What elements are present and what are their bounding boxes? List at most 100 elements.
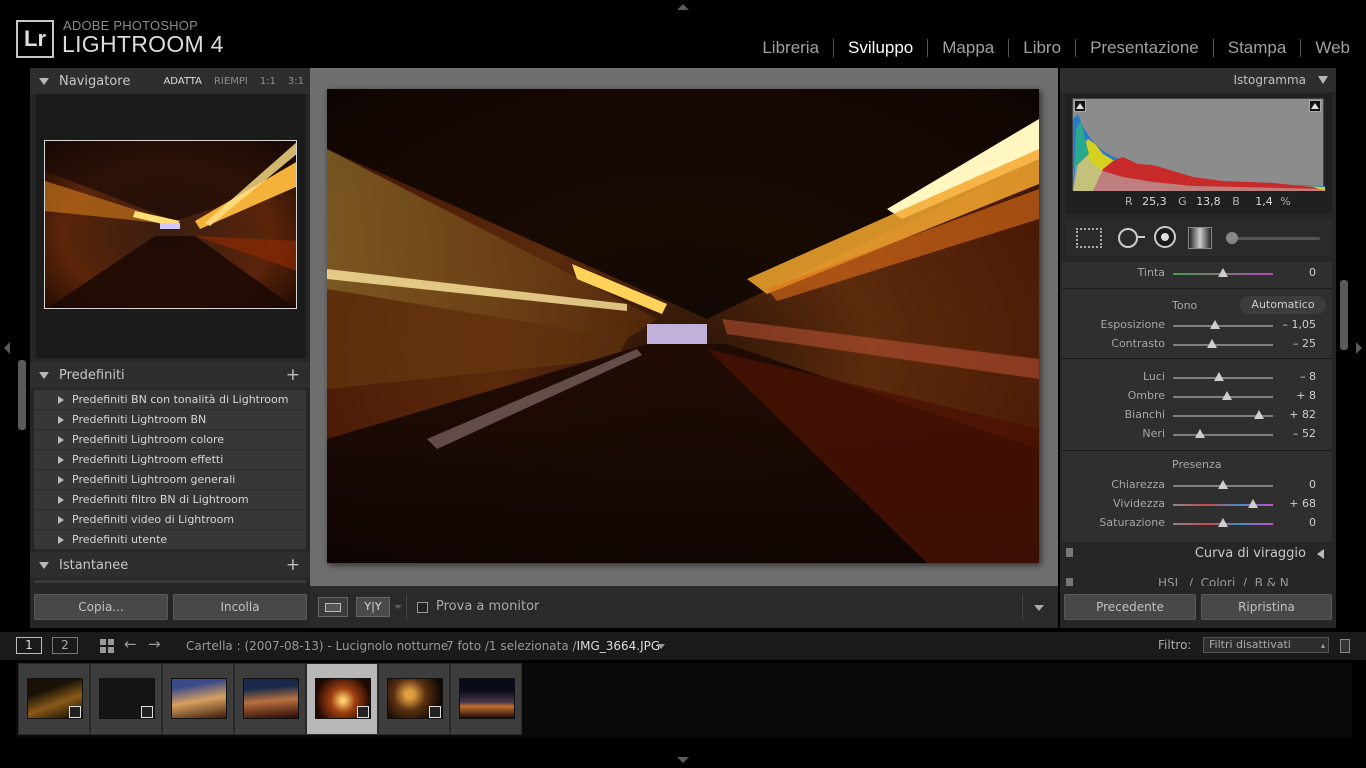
filmstrip-thumbnail[interactable] [234, 663, 306, 735]
presets-list: Predefiniti BN con tonalità di Lightroom… [34, 390, 306, 550]
slider-knob[interactable] [1218, 268, 1228, 277]
highlight-clipping-toggle[interactable] [1309, 100, 1321, 112]
collapse-filmstrip-icon[interactable] [677, 757, 689, 763]
zoom-3-1[interactable]: 3:1 [288, 76, 304, 87]
filmstrip-thumbnail[interactable] [450, 663, 522, 735]
presets-header[interactable]: Predefiniti + [30, 362, 310, 388]
edited-badge-icon [357, 706, 369, 718]
paste-settings-button[interactable]: Incolla [173, 594, 307, 620]
tone-curve-header[interactable]: Curva di viraggio [1062, 542, 1332, 566]
navigator-header[interactable]: Navigatore ADATTA RIEMPI 1:1 3:1 [30, 68, 310, 94]
snapshots-header[interactable]: Istantanee + [30, 552, 310, 578]
navigator-title: Navigatore [59, 73, 131, 89]
keyword-badge-icon [69, 706, 81, 718]
toolbar-menu-icon[interactable] [1034, 605, 1044, 611]
collapse-left-panel-icon[interactable] [4, 342, 10, 354]
right-scrollbar[interactable] [1340, 280, 1348, 350]
keyword-badge-icon [429, 706, 441, 718]
red-eye-icon[interactable] [1154, 226, 1176, 248]
filter-select[interactable]: Filtri disattivati ▴ [1203, 637, 1329, 653]
presence-label: Presenza [1172, 458, 1222, 471]
auto-tone-button[interactable]: Automatico [1240, 296, 1326, 314]
filmstrip-thumbnail[interactable] [162, 663, 234, 735]
graduated-filter-icon[interactable] [1188, 227, 1212, 249]
slider-saturazione[interactable]: Saturazione 0 [1060, 514, 1336, 533]
add-snapshot-icon[interactable]: + [286, 555, 300, 575]
hsl-header[interactable]: HSL / Colori / B & N [1062, 570, 1332, 586]
slider-vividezza[interactable]: Vividezza + 68 [1060, 495, 1336, 514]
before-after-button[interactable]: Y|Y [356, 597, 390, 617]
arrow-left-icon[interactable]: ← [124, 635, 137, 653]
preset-folder[interactable]: Predefiniti utente [34, 530, 306, 550]
preset-folder[interactable]: Predefiniti BN con tonalità di Lightroom [34, 390, 306, 410]
add-preset-icon[interactable]: + [286, 365, 300, 385]
zoom-fill[interactable]: RIEMPI [214, 76, 248, 87]
window-1-button[interactable]: 1 [16, 637, 42, 654]
preset-folder[interactable]: Predefiniti video di Lightroom [34, 510, 306, 530]
histogram-collapse-icon[interactable] [1318, 76, 1328, 84]
slider-knob[interactable] [1218, 480, 1228, 489]
window-2-button[interactable]: 2 [52, 637, 78, 654]
module-presentazione[interactable]: Presentazione [1076, 38, 1213, 58]
panel-toggle-icon[interactable] [1066, 548, 1073, 557]
filename-dropdown-icon[interactable] [657, 644, 665, 649]
collapse-right-panel-icon[interactable] [1356, 342, 1362, 354]
module-web[interactable]: Web [1301, 38, 1350, 58]
module-stampa[interactable]: Stampa [1214, 38, 1301, 58]
crop-tool-icon[interactable] [1076, 228, 1102, 248]
copy-settings-button[interactable]: Copia... [34, 594, 168, 620]
spot-removal-icon[interactable] [1118, 228, 1138, 248]
module-mappa[interactable]: Mappa [928, 38, 1008, 58]
histogram-chart [1072, 98, 1325, 191]
slider-esposizione[interactable]: Esposizione – 1,05 [1060, 316, 1336, 335]
slider-neri[interactable]: Neri – 52 [1060, 425, 1336, 444]
preset-folder[interactable]: Predefiniti filtro BN di Lightroom [34, 490, 306, 510]
slider-ombre[interactable]: Ombre + 8 [1060, 387, 1336, 406]
slider-knob[interactable] [1210, 320, 1220, 329]
navigator-thumbnail[interactable] [44, 140, 297, 309]
module-libro[interactable]: Libro [1009, 38, 1075, 58]
filmstrip-thumbnail[interactable] [378, 663, 450, 735]
slider-knob[interactable] [1214, 372, 1224, 381]
preset-folder[interactable]: Predefiniti Lightroom colore [34, 430, 306, 450]
reset-button[interactable]: Ripristina [1201, 594, 1332, 620]
softproof-checkbox[interactable] [417, 602, 428, 613]
selected-filename[interactable]: IMG_3664.JPG [577, 639, 661, 653]
slider-luci[interactable]: Luci – 8 [1060, 368, 1336, 387]
collapse-top-panel-icon[interactable] [677, 4, 689, 10]
slider-knob[interactable] [1222, 391, 1232, 400]
previous-button[interactable]: Precedente [1064, 594, 1196, 620]
slider-knob[interactable] [1254, 410, 1264, 419]
filmstrip-thumbnail[interactable] [18, 663, 90, 735]
left-scrollbar[interactable] [18, 360, 26, 430]
main-photo[interactable] [327, 89, 1039, 563]
slider-knob[interactable] [1218, 518, 1228, 527]
tint-slider[interactable]: Tinta 0 [1060, 264, 1336, 283]
zoom-fit[interactable]: ADATTA [163, 76, 202, 87]
slider-knob[interactable] [1248, 499, 1258, 508]
zoom-1-1[interactable]: 1:1 [260, 76, 276, 87]
histogram-header[interactable]: Istogramma [1060, 68, 1336, 92]
module-sviluppo[interactable]: Sviluppo [834, 38, 927, 58]
shadow-clipping-toggle[interactable] [1074, 100, 1086, 112]
filter-lock-icon[interactable] [1340, 639, 1350, 653]
slider-bianchi[interactable]: Bianchi + 82 [1060, 406, 1336, 425]
filmstrip-thumbnail-selected[interactable] [306, 663, 378, 735]
grid-view-icon[interactable] [100, 639, 114, 653]
preset-folder[interactable]: Predefiniti Lightroom BN [34, 410, 306, 430]
module-libreria[interactable]: Libreria [748, 38, 833, 58]
filmstrip-thumbnail[interactable] [90, 663, 162, 735]
navigator-zoom-options: ADATTA RIEMPI 1:1 3:1 [163, 76, 304, 87]
slider-knob[interactable] [1195, 429, 1205, 438]
before-after-dropdown-icon[interactable] [394, 605, 402, 609]
slider-contrasto[interactable]: Contrasto – 25 [1060, 335, 1336, 354]
adjustment-brush-icon[interactable] [1226, 232, 1238, 244]
photo-count: 7 foto /1 selezionata /IMG_3664.JPG [446, 639, 661, 653]
loupe-view-button[interactable] [318, 597, 348, 617]
preset-folder[interactable]: Predefiniti Lightroom generali [34, 470, 306, 490]
collapse-left-icon[interactable] [1317, 549, 1324, 559]
slider-knob[interactable] [1207, 339, 1217, 348]
slider-chiarezza[interactable]: Chiarezza 0 [1060, 476, 1336, 495]
preset-folder[interactable]: Predefiniti Lightroom effetti [34, 450, 306, 470]
arrow-right-icon[interactable]: → [148, 635, 161, 653]
